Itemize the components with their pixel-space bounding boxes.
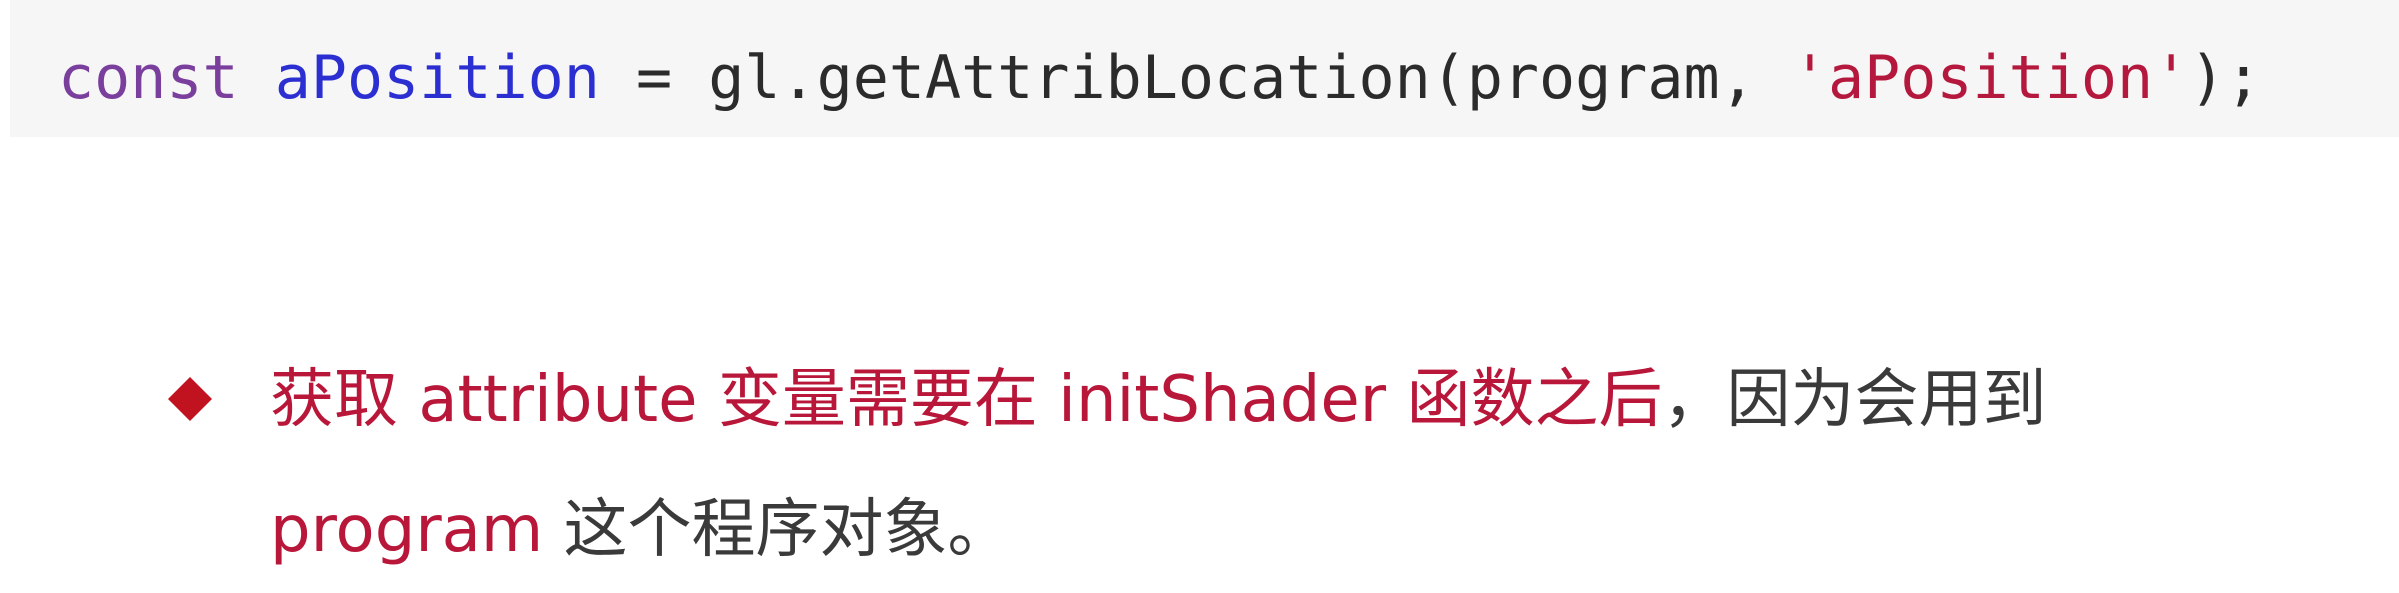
note-program-term: program (270, 493, 544, 567)
note-red-text: 获取 attribute 变量需要在 initShader 函数之后 (270, 363, 1663, 437)
code-variable: aPosition (274, 43, 600, 113)
note-text: 获取 attribute 变量需要在 initShader 函数之后，因为会用到… (270, 335, 2270, 593)
code-call: = gl.getAttribLocation(program, (599, 43, 1792, 113)
note-dark-text-2: 这个程序对象。 (543, 493, 1012, 567)
note-dark-text: ，因为会用到 (1662, 363, 2047, 437)
code-keyword: const (58, 43, 239, 113)
diamond-bullet-icon (168, 377, 212, 421)
code-snippet: const aPosition = gl.getAttribLocation(p… (10, 0, 2399, 137)
code-string: 'aPosition' (1791, 43, 2190, 113)
code-end: ); (2189, 43, 2262, 113)
